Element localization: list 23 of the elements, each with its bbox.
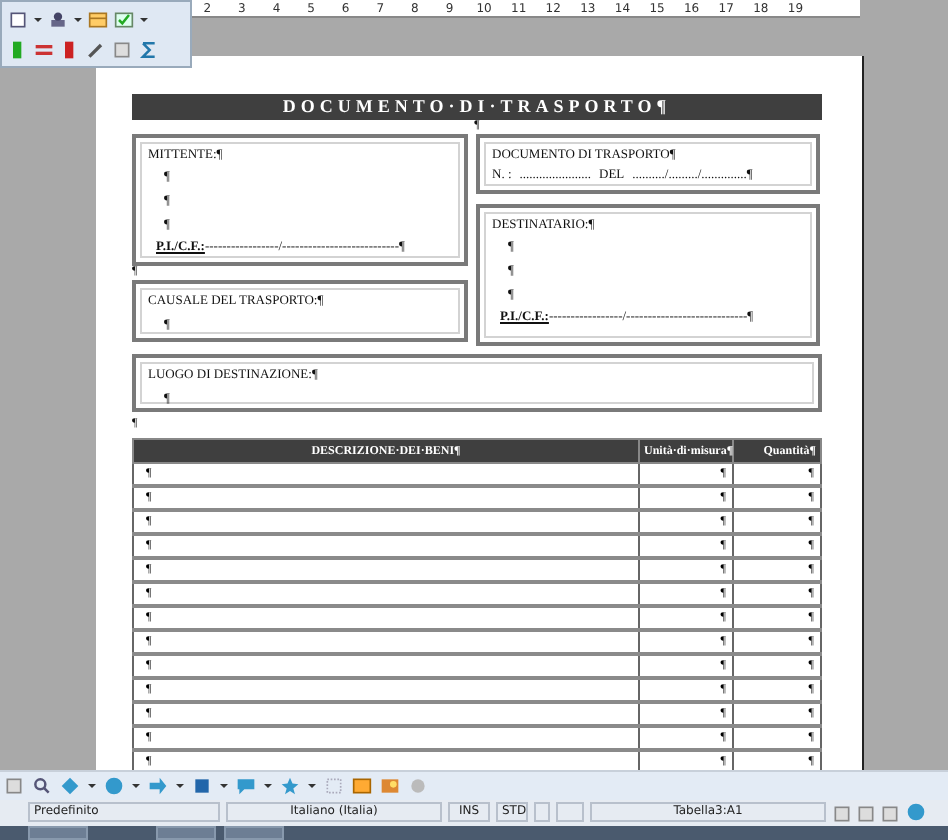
border-icon[interactable] — [8, 10, 28, 30]
star-icon[interactable] — [280, 776, 300, 796]
caret-icon[interactable] — [264, 782, 272, 790]
gallery-icon[interactable] — [380, 776, 400, 796]
circle-icon[interactable] — [104, 776, 124, 796]
caret-icon[interactable] — [308, 782, 316, 790]
frame-icon[interactable] — [352, 776, 372, 796]
caret-icon[interactable] — [176, 782, 184, 790]
arrow-icon[interactable] — [148, 776, 168, 796]
caret-icon[interactable] — [220, 782, 228, 790]
status-field[interactable] — [556, 802, 584, 822]
caret-icon[interactable] — [132, 782, 140, 790]
status-field[interactable] — [534, 802, 550, 822]
zoom-icon[interactable] — [32, 776, 52, 796]
checklist-icon[interactable] — [114, 10, 134, 30]
diamond-icon[interactable] — [60, 776, 80, 796]
caret-icon[interactable] — [88, 782, 96, 790]
callout-icon[interactable] — [236, 776, 256, 796]
stamp-icon[interactable] — [48, 10, 68, 30]
rows-icon[interactable] — [34, 40, 54, 60]
document-title: DOCUMENTO·DI·TRASPORTO¶ — [132, 94, 822, 120]
flowchart-icon[interactable] — [192, 776, 212, 796]
sum-icon[interactable] — [138, 40, 158, 60]
